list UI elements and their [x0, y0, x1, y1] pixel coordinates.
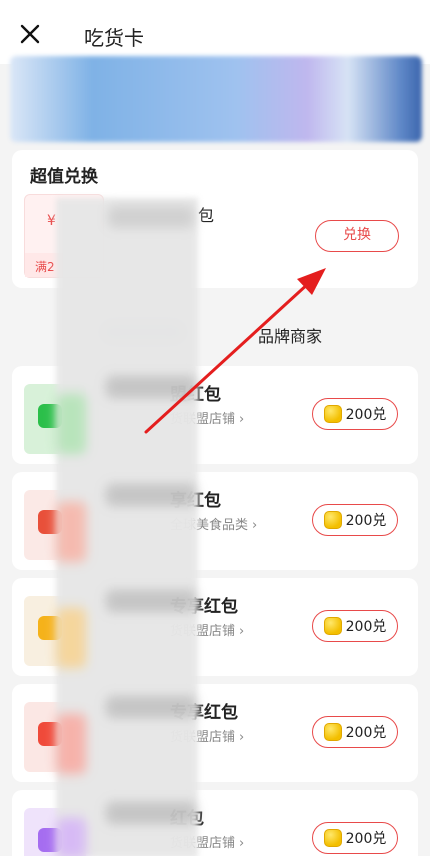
privacy-blur-overlay — [56, 198, 198, 856]
chevron-right-icon: › — [252, 518, 258, 533]
price-label: 200兑 — [345, 619, 387, 635]
redeem-button[interactable]: 200兑 — [312, 504, 398, 536]
price-label: 200兑 — [345, 407, 387, 423]
price-label: 200兑 — [345, 831, 387, 847]
coin-icon — [323, 511, 342, 529]
redeem-button[interactable]: 200兑 — [312, 610, 398, 642]
coin-icon — [323, 829, 342, 847]
redeem-button[interactable]: 200兑 — [312, 398, 398, 430]
coin-icon — [323, 723, 342, 741]
header-bar: 吃货卡 — [0, 0, 430, 64]
exchange-button[interactable]: 兑换 — [315, 220, 399, 252]
currency-symbol: ¥ — [47, 213, 56, 229]
coin-icon — [323, 405, 342, 423]
chevron-right-icon: › — [239, 624, 245, 639]
exchange-item-name: 包 — [198, 206, 215, 225]
promo-banner[interactable] — [10, 56, 422, 142]
redeem-button[interactable]: 200兑 — [312, 822, 398, 854]
page-title: 吃货卡 — [84, 26, 144, 50]
coin-icon — [323, 617, 342, 635]
chevron-right-icon: › — [239, 730, 245, 745]
price-label: 200兑 — [345, 513, 387, 529]
price-label: 200兑 — [345, 725, 387, 741]
tab-brand-merchants[interactable]: 品牌商家 — [258, 323, 322, 347]
chevron-right-icon: › — [239, 836, 245, 851]
close-button[interactable] — [18, 22, 44, 48]
section-title: 超值兑换 — [30, 167, 98, 187]
redeem-button[interactable]: 200兑 — [312, 716, 398, 748]
chevron-right-icon: › — [239, 412, 245, 427]
close-icon — [20, 24, 40, 44]
